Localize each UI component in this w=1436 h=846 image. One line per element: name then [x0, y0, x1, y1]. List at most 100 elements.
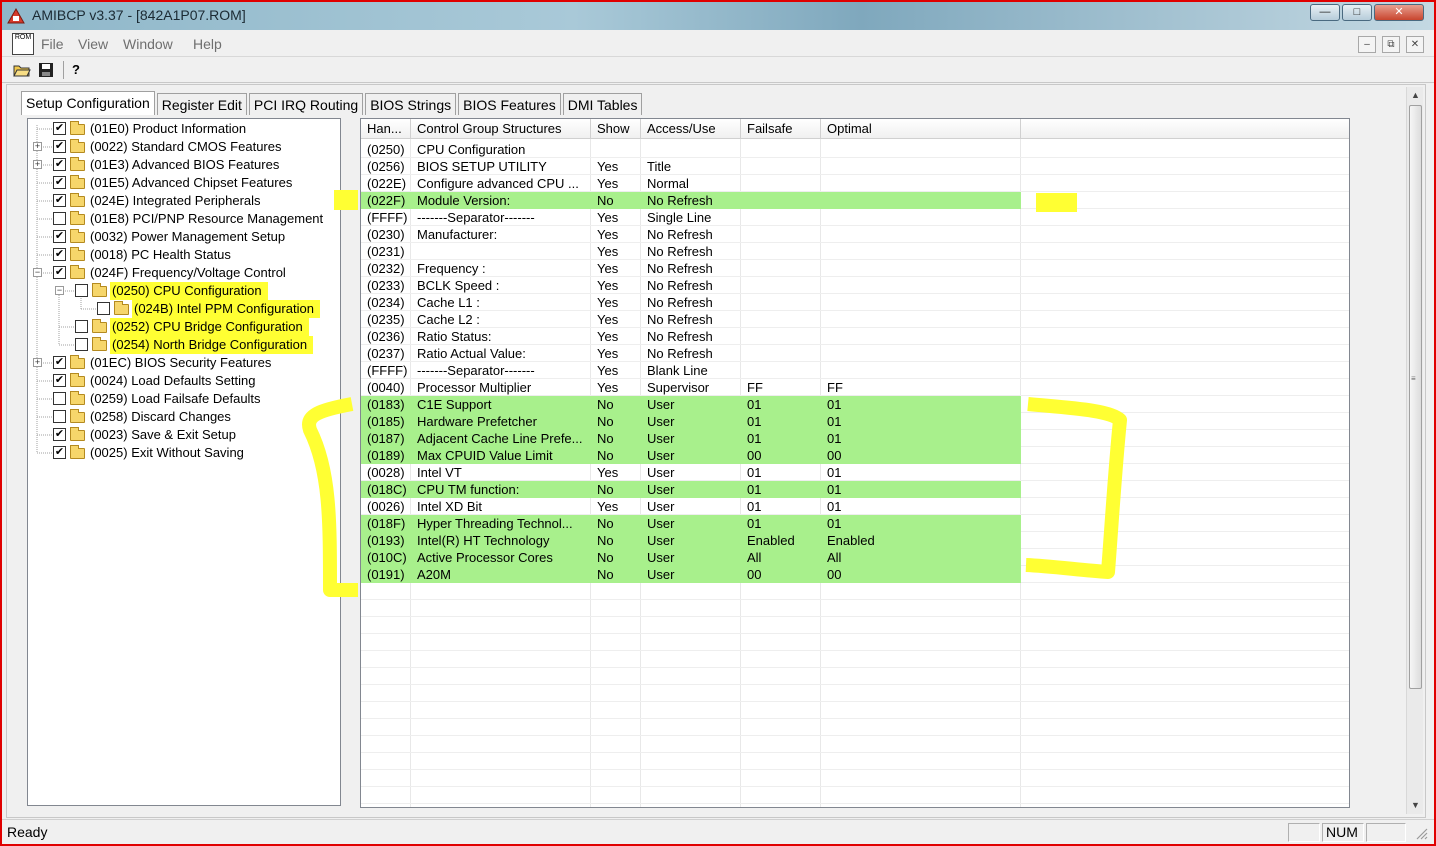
expand-icon[interactable]: + [33, 358, 42, 367]
tree-item-checkbox[interactable] [75, 338, 88, 351]
rom-document-icon[interactable]: ROM [12, 33, 34, 55]
scroll-thumb[interactable] [1409, 105, 1422, 689]
tree-item-checkbox[interactable] [75, 284, 88, 297]
table-row[interactable]: (0193) Intel(R) HT Technology No User Enable… [361, 532, 1349, 549]
tab-dmi-tables[interactable]: DMI Tables [562, 93, 643, 115]
tab-register-edit[interactable]: Register Edit [156, 93, 247, 115]
tree-item-checkbox[interactable]: ✔ [53, 176, 66, 189]
tab-setup-configuration[interactable]: Setup Configuration [21, 91, 155, 115]
table-row[interactable]: (0185) Hardware Prefetcher No User 01 01 [361, 413, 1349, 430]
tree-item-checkbox[interactable] [53, 392, 66, 405]
table-row[interactable]: (022E) Configure advanced CPU ... Yes Norma… [361, 175, 1349, 192]
menu-help[interactable]: Help [193, 36, 222, 52]
table-row[interactable]: (0234) Cache L1 : Yes No Refresh [361, 294, 1349, 311]
table-row[interactable]: (0232) Frequency : Yes No Refresh [361, 260, 1349, 277]
tree-item[interactable]: ✔ (0023) Save & Exit Setup [28, 426, 340, 444]
table-row[interactable]: (0235) Cache L2 : Yes No Refresh [361, 311, 1349, 328]
close-button[interactable]: ✕ [1374, 4, 1424, 21]
tab-pci-irq-routing[interactable]: PCI IRQ Routing [248, 93, 364, 115]
tree-item-checkbox[interactable]: ✔ [53, 446, 66, 459]
collapse-icon[interactable]: − [33, 268, 42, 277]
tree-item-checkbox[interactable] [75, 320, 88, 333]
tree-item[interactable]: + ✔ (0022) Standard CMOS Features [28, 138, 340, 156]
tree-item-checkbox[interactable]: ✔ [53, 230, 66, 243]
tree-item[interactable]: (024B) Intel PPM Configuration [28, 300, 340, 318]
tree-item-checkbox[interactable] [53, 212, 66, 225]
vertical-scrollbar[interactable]: ▲ ≡ ▼ [1406, 87, 1423, 814]
tree-item-checkbox[interactable]: ✔ [53, 248, 66, 261]
mdi-minimize-button[interactable]: – [1358, 36, 1376, 53]
table-row[interactable]: (0026) Intel XD Bit Yes User 01 01 [361, 498, 1349, 515]
tree-item[interactable]: − (0250) CPU Configuration [28, 282, 340, 300]
maximize-button[interactable]: □ [1342, 4, 1372, 21]
tree-item-checkbox[interactable] [53, 410, 66, 423]
menu-file[interactable]: File [41, 36, 64, 52]
col-control-group-header[interactable]: Control Group Structures [411, 119, 591, 139]
table-row[interactable]: (0250) CPU Configuration [361, 141, 1349, 158]
tree-item[interactable]: ✔ (0018) PC Health Status [28, 246, 340, 264]
col-show-header[interactable]: Show [591, 119, 641, 139]
tree-item[interactable]: (0259) Load Failsafe Defaults [28, 390, 340, 408]
open-folder-icon[interactable] [12, 60, 32, 80]
tree-item-checkbox[interactable]: ✔ [53, 266, 66, 279]
tab-bios-features[interactable]: BIOS Features [458, 93, 561, 115]
tree-item-checkbox[interactable]: ✔ [53, 374, 66, 387]
resize-grip-icon[interactable] [1414, 826, 1428, 840]
tree-item[interactable]: (01E8) PCI/PNP Resource Management [28, 210, 340, 228]
help-icon[interactable]: ? [66, 60, 86, 80]
table-row[interactable]: (0233) BCLK Speed : Yes No Refresh [361, 277, 1349, 294]
tree-item-checkbox[interactable]: ✔ [53, 428, 66, 441]
tree-item[interactable]: ✔ (01E0) Product Information [28, 120, 340, 138]
tree-item[interactable]: ✔ (0025) Exit Without Saving [28, 444, 340, 462]
scroll-down-arrow-icon[interactable]: ▼ [1407, 797, 1424, 814]
tab-bios-strings[interactable]: BIOS Strings [365, 93, 457, 115]
tree-item-checkbox[interactable]: ✔ [53, 194, 66, 207]
table-row[interactable]: (0187) Adjacent Cache Line Prefe... No User… [361, 430, 1349, 447]
tree-item[interactable]: ✔ (0024) Load Defaults Setting [28, 372, 340, 390]
tree-item-checkbox[interactable]: ✔ [53, 140, 66, 153]
table-row[interactable]: (0237) Ratio Actual Value: Yes No Refresh [361, 345, 1349, 362]
tree-item[interactable]: (0258) Discard Changes [28, 408, 340, 426]
table-row[interactable]: (018C) CPU TM function: No User 01 01 [361, 481, 1349, 498]
tree-item[interactable]: ✔ (0032) Power Management Setup [28, 228, 340, 246]
table-row[interactable]: (010C) Active Processor Cores No User All All [361, 549, 1349, 566]
menu-view[interactable]: View [78, 36, 108, 52]
tree-item[interactable]: ✔ (024E) Integrated Peripherals [28, 192, 340, 210]
tree-item-checkbox[interactable] [97, 302, 110, 315]
table-row[interactable]: (FFFF) -------Separator------- Yes Single L… [361, 209, 1349, 226]
table-row[interactable]: (0189) Max CPUID Value Limit No User 00 00 [361, 447, 1349, 464]
tree-item-checkbox[interactable]: ✔ [53, 122, 66, 135]
expand-icon[interactable]: + [33, 160, 42, 169]
menu-window[interactable]: Window [123, 36, 173, 52]
col-failsafe-header[interactable]: Failsafe [741, 119, 821, 139]
minimize-button[interactable]: — [1310, 4, 1340, 21]
tree-item[interactable]: ✔ (01E5) Advanced Chipset Features [28, 174, 340, 192]
table-row[interactable]: (0191) A20M No User 00 00 [361, 566, 1349, 583]
col-handle-header[interactable]: Han... [361, 119, 411, 139]
tree-item[interactable]: + ✔ (01EC) BIOS Security Features [28, 354, 340, 372]
tree-item[interactable]: − ✔ (024F) Frequency/Voltage Control [28, 264, 340, 282]
table-row[interactable]: (022F) Module Version: No No Refresh [361, 192, 1349, 209]
mdi-restore-button[interactable]: ⧉ [1382, 36, 1400, 53]
setup-tree-view[interactable]: ✔ (01E0) Product Information + ✔ (0022) Stan… [27, 118, 341, 806]
table-row[interactable]: (0040) Processor Multiplier Yes Supervisor F… [361, 379, 1349, 396]
table-row[interactable]: (0256) BIOS SETUP UTILITY Yes Title [361, 158, 1349, 175]
table-row[interactable]: (018F) Hyper Threading Technol... No User 01… [361, 515, 1349, 532]
save-icon[interactable] [36, 60, 56, 80]
mdi-close-button[interactable]: ✕ [1406, 36, 1424, 53]
tree-item-checkbox[interactable]: ✔ [53, 158, 66, 171]
scroll-up-arrow-icon[interactable]: ▲ [1407, 87, 1424, 104]
table-row[interactable]: (FFFF) -------Separator------- Yes Blank Li… [361, 362, 1349, 379]
title-bar[interactable]: AMIBCP v3.37 - [842A1P07.ROM] — □ ✕ [2, 2, 1434, 30]
col-access-use-header[interactable]: Access/Use [641, 119, 741, 139]
collapse-icon[interactable]: − [55, 286, 64, 295]
tree-item[interactable]: (0254) North Bridge Configuration [28, 336, 340, 354]
table-row[interactable]: (0236) Ratio Status: Yes No Refresh [361, 328, 1349, 345]
table-row[interactable]: (0230) Manufacturer: Yes No Refresh [361, 226, 1349, 243]
table-row[interactable]: (0183) C1E Support No User 01 01 [361, 396, 1349, 413]
tree-item[interactable]: + ✔ (01E3) Advanced BIOS Features [28, 156, 340, 174]
table-row[interactable]: (0231) Yes No Refresh [361, 243, 1349, 260]
tree-item[interactable]: (0252) CPU Bridge Configuration [28, 318, 340, 336]
control-group-table[interactable]: Han... Control Group Structures Show Access… [360, 118, 1350, 808]
tree-item-checkbox[interactable]: ✔ [53, 356, 66, 369]
